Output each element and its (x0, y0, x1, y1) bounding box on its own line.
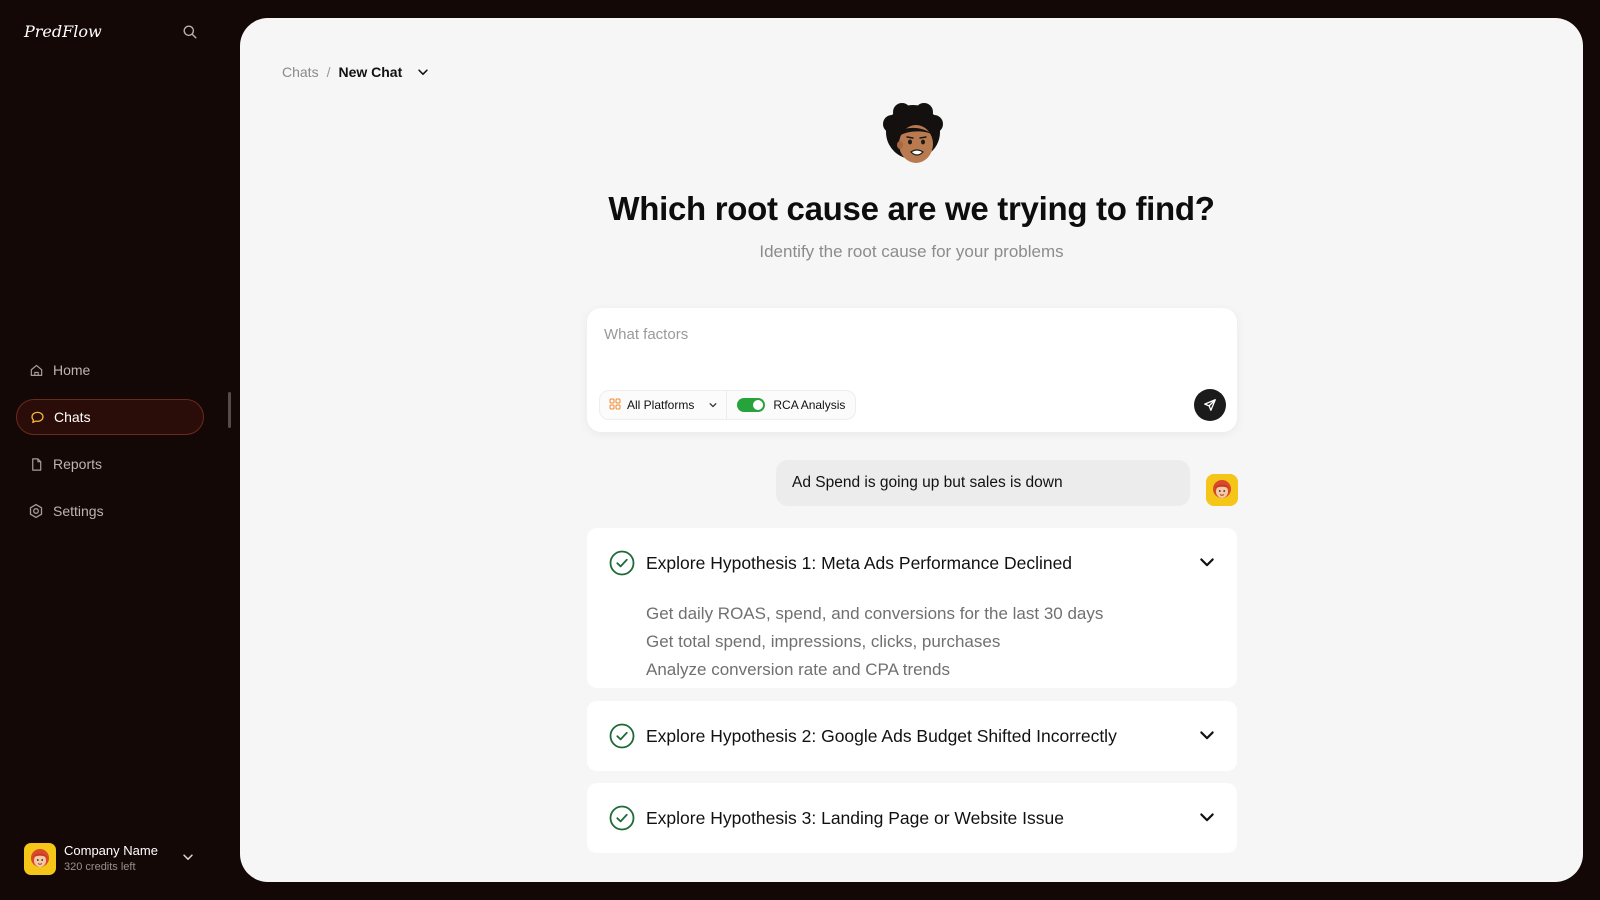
user-message-text: Ad Spend is going up but sales is down (792, 474, 1063, 491)
sidebar-item-settings[interactable]: Settings (16, 493, 204, 529)
sidebar-item-chats[interactable]: Chats (16, 399, 204, 435)
hypothesis-card: Explore Hypothesis 3: Landing Page or We… (587, 783, 1237, 853)
hypothesis-card: Explore Hypothesis 1: Meta Ads Performan… (587, 528, 1237, 688)
page-title: Which root cause are we trying to find? (608, 190, 1215, 227)
breadcrumb-chats-link[interactable]: Chats (282, 64, 319, 80)
sidebar-item-home[interactable]: Home (16, 352, 204, 388)
hypothesis-step: Get daily ROAS, spend, and conversions f… (646, 604, 1104, 623)
company-name: Company Name (64, 843, 158, 858)
sidebar-item-label: Chats (54, 409, 91, 425)
rca-analysis-toggle[interactable] (737, 398, 766, 412)
breadcrumb-current: New Chat (338, 64, 403, 80)
rca-analysis-label: RCA Analysis (773, 398, 846, 412)
hypothesis-card: Explore Hypothesis 2: Google Ads Budget … (587, 701, 1237, 771)
document-icon (28, 456, 44, 472)
composer-options: All Platforms RCA Analysis (599, 390, 857, 420)
chevron-down-icon[interactable] (416, 65, 430, 79)
sidebar-item-label: Reports (53, 456, 103, 472)
sidebar-item-reports[interactable]: Reports (16, 446, 204, 482)
hypothesis-steps: Get daily ROAS, spend, and conversions f… (646, 600, 1103, 684)
sidebar-scrollbar[interactable] (228, 392, 231, 428)
gear-icon (28, 503, 44, 519)
send-button[interactable] (1194, 389, 1226, 421)
assistant-avatar (878, 102, 948, 172)
breadcrumb-separator: / (326, 64, 331, 80)
send-icon (1203, 398, 1217, 412)
platform-select-label: All Platforms (627, 398, 695, 412)
chevron-down-icon[interactable] (181, 850, 197, 866)
hypothesis-title: Explore Hypothesis 1: Meta Ads Performan… (646, 552, 1073, 573)
prompt-composer: All Platforms RCA Analysis (587, 308, 1237, 432)
check-circle-icon (609, 805, 635, 831)
prompt-input[interactable] (604, 322, 1204, 346)
hypothesis-title: Explore Hypothesis 3: Landing Page or We… (646, 807, 1064, 828)
breadcrumb: Chats / New Chat (282, 64, 430, 80)
company-avatar (24, 843, 56, 875)
chevron-down-icon[interactable] (1197, 807, 1217, 827)
chevron-down-icon[interactable] (1197, 552, 1217, 572)
hypothesis-header[interactable]: Explore Hypothesis 1: Meta Ads Performan… (609, 528, 1072, 598)
credits-remaining: 320 credits left (64, 861, 136, 874)
sidebar: PredFlow Home Chats Reports Settings Com… (0, 0, 240, 900)
hypothesis-step: Get total spend, impressions, clicks, pu… (646, 632, 1001, 651)
brand-logo[interactable]: PredFlow (24, 22, 102, 41)
chevron-down-icon[interactable] (1197, 725, 1217, 745)
hypothesis-header[interactable]: Explore Hypothesis 3: Landing Page or We… (609, 783, 1064, 853)
hypothesis-header[interactable]: Explore Hypothesis 2: Google Ads Budget … (609, 701, 1117, 771)
user-avatar (1206, 474, 1238, 506)
account-switcher[interactable]: Company Name 320 credits left (24, 842, 204, 876)
sidebar-item-label: Settings (53, 503, 104, 519)
hypothesis-title: Explore Hypothesis 2: Google Ads Budget … (646, 725, 1117, 746)
home-icon (28, 362, 44, 378)
chat-icon (29, 409, 45, 425)
page-subtitle: Identify the root cause for your problem… (759, 242, 1064, 261)
rca-analysis-option: RCA Analysis (726, 391, 855, 419)
sidebar-item-label: Home (53, 362, 91, 378)
sidebar-nav: Home Chats Reports Settings (16, 352, 204, 540)
grid-icon (609, 398, 621, 413)
platform-select[interactable]: All Platforms (600, 391, 726, 419)
check-circle-icon (609, 550, 635, 576)
search-icon[interactable] (182, 24, 200, 42)
chevron-down-icon (708, 400, 718, 410)
user-message-bubble: Ad Spend is going up but sales is down (776, 460, 1190, 506)
hypothesis-step: Analyze conversion rate and CPA trends (646, 660, 950, 679)
check-circle-icon (609, 723, 635, 749)
main-panel: Chats / New Chat Which root cause are we… (240, 18, 1583, 882)
